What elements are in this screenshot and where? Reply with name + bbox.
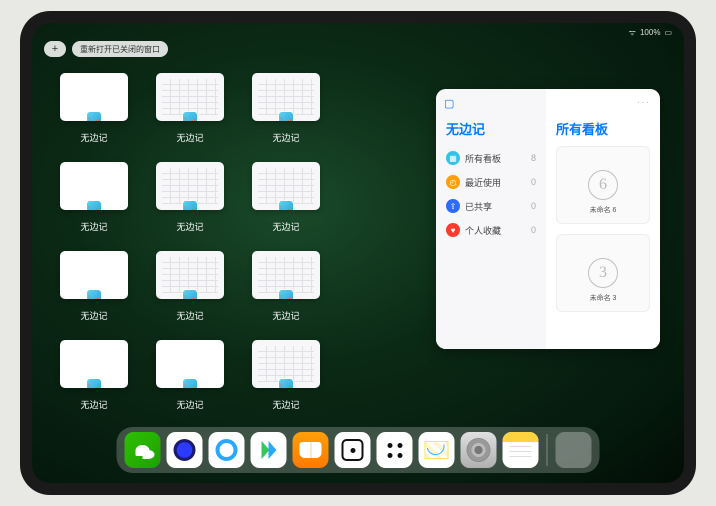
- dock-app-settings[interactable]: [461, 432, 497, 468]
- board-name: 未命名 6: [590, 205, 617, 215]
- dock-app-q2[interactable]: [209, 432, 245, 468]
- sidebar-item-count: 0: [531, 225, 536, 235]
- freeform-app-icon: [182, 111, 198, 121]
- freeform-app-icon: [278, 200, 294, 210]
- sidebar-item-label: 个人收藏: [465, 224, 501, 237]
- freeform-app-icon: [182, 289, 198, 299]
- sidebar-item-label: 最近使用: [465, 176, 501, 189]
- sidebar-item-count: 8: [531, 153, 536, 163]
- heart-icon: ♥: [446, 223, 460, 237]
- sidebar-item[interactable]: ▦ 所有看板 8: [446, 146, 536, 170]
- freeform-app-icon: [278, 289, 294, 299]
- ipad-frame: ᯤ 100% ▭ + 重新打开已关闭的窗口 无边记无边记无边记无边记无边记无边记…: [20, 11, 696, 495]
- window-label: 无边记: [252, 309, 320, 322]
- screen: ᯤ 100% ▭ + 重新打开已关闭的窗口 无边记无边记无边记无边记无边记无边记…: [32, 23, 684, 483]
- window-label: 无边记: [156, 398, 224, 411]
- dock-app-books[interactable]: [293, 432, 329, 468]
- board-card[interactable]: 3 未命名 3: [556, 234, 650, 312]
- dock-app-wechat[interactable]: [125, 432, 161, 468]
- sidebar-item-label: 已共享: [465, 200, 492, 213]
- window-thumbnail[interactable]: 无边记: [252, 340, 320, 411]
- grid-icon: ▦: [446, 151, 460, 165]
- window-label: 无边记: [156, 131, 224, 144]
- board-name: 未命名 3: [590, 293, 617, 303]
- panel-content: ··· 所有看板 6 未命名 6 3 未命名 3: [546, 89, 660, 349]
- freeform-app-icon: [278, 378, 294, 388]
- window-thumbnail[interactable]: 无边记: [60, 340, 128, 411]
- board-card[interactable]: 6 未命名 6: [556, 146, 650, 224]
- freeform-app-icon: [86, 289, 102, 299]
- clock-icon: ◴: [446, 175, 460, 189]
- sidebar-item-label: 所有看板: [465, 152, 501, 165]
- battery-text: 100%: [640, 28, 660, 37]
- freeform-panel: ▢ 无边记 ▦ 所有看板 8 ◴ 最近使用 0 ⇪ 已共享 0 ♥ 个人收藏 0 ··· 所有看板 6…: [436, 89, 660, 349]
- panel-sidebar: ▢ 无边记 ▦ 所有看板 8 ◴ 最近使用 0 ⇪ 已共享 0 ♥ 个人收藏 0: [436, 89, 546, 349]
- dock: [117, 427, 600, 473]
- freeform-app-icon: [182, 378, 198, 388]
- new-window-button[interactable]: +: [44, 41, 66, 57]
- dock-separator: [547, 434, 548, 466]
- sidebar-item-count: 0: [531, 177, 536, 187]
- freeform-app-icon: [86, 111, 102, 121]
- board-thumbnail: 6: [588, 170, 618, 200]
- panel-title: 无边记: [446, 119, 536, 138]
- dock-app-sq[interactable]: [335, 432, 371, 468]
- window-thumbnail[interactable]: 无边记: [60, 73, 128, 144]
- share-icon: ⇪: [446, 199, 460, 213]
- window-thumbnail[interactable]: 无边记: [60, 162, 128, 233]
- window-thumbnail[interactable]: 无边记: [252, 73, 320, 144]
- freeform-app-icon: [182, 200, 198, 210]
- window-label: 无边记: [252, 131, 320, 144]
- freeform-app-icon: [86, 200, 102, 210]
- window-label: 无边记: [156, 220, 224, 233]
- app-windows-grid: 无边记无边记无边记无边记无边记无边记无边记无边记无边记无边记无边记无边记: [60, 73, 416, 411]
- dock-app-freeform[interactable]: [419, 432, 455, 468]
- dock-app-folder[interactable]: [556, 432, 592, 468]
- battery-icon: ▭: [664, 28, 672, 37]
- more-icon[interactable]: ···: [637, 97, 650, 108]
- window-thumbnail[interactable]: 无边记: [252, 251, 320, 322]
- window-label: 无边记: [60, 131, 128, 144]
- sidebar-icon[interactable]: ▢: [444, 97, 454, 110]
- reopen-closed-window-button[interactable]: 重新打开已关闭的窗口: [72, 41, 168, 57]
- window-label: 无边记: [60, 220, 128, 233]
- window-label: 无边记: [252, 398, 320, 411]
- sidebar-item[interactable]: ♥ 个人收藏 0: [446, 218, 536, 242]
- window-thumbnail[interactable]: 无边记: [156, 340, 224, 411]
- sidebar-item[interactable]: ◴ 最近使用 0: [446, 170, 536, 194]
- window-thumbnail[interactable]: 无边记: [156, 162, 224, 233]
- window-label: 无边记: [60, 398, 128, 411]
- window-label: 无边记: [156, 309, 224, 322]
- window-label: 无边记: [60, 309, 128, 322]
- dock-app-notes[interactable]: [503, 432, 539, 468]
- status-bar: ᯤ 100% ▭: [629, 27, 672, 38]
- sidebar-item[interactable]: ⇪ 已共享 0: [446, 194, 536, 218]
- dock-app-dots[interactable]: [377, 432, 413, 468]
- top-controls: + 重新打开已关闭的窗口: [44, 41, 168, 57]
- sidebar-item-count: 0: [531, 201, 536, 211]
- window-label: 无边记: [252, 220, 320, 233]
- content-title: 所有看板: [556, 119, 650, 138]
- board-thumbnail: 3: [588, 258, 618, 288]
- dock-app-q1[interactable]: [167, 432, 203, 468]
- window-thumbnail[interactable]: 无边记: [156, 251, 224, 322]
- wifi-icon: ᯤ: [629, 27, 636, 38]
- dock-app-play[interactable]: [251, 432, 287, 468]
- window-thumbnail[interactable]: 无边记: [60, 251, 128, 322]
- window-thumbnail[interactable]: 无边记: [252, 162, 320, 233]
- window-thumbnail[interactable]: 无边记: [156, 73, 224, 144]
- freeform-app-icon: [86, 378, 102, 388]
- freeform-app-icon: [278, 111, 294, 121]
